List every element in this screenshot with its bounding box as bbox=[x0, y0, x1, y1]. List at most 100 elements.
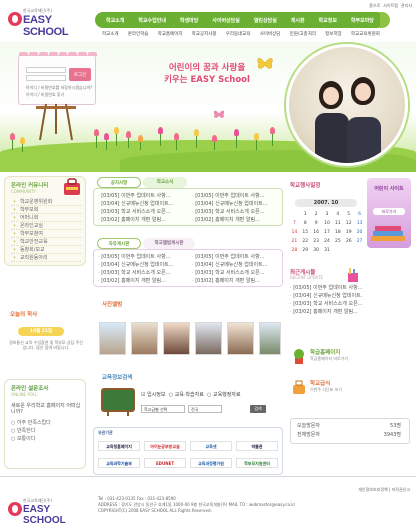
class-homepage-link[interactable]: 학급홈페이지 학급홈페이지 바로가기 bbox=[290, 344, 410, 370]
community-item[interactable]: 교직원동아리 bbox=[11, 254, 81, 262]
radio-entrance[interactable]: ☑ 입시정보 bbox=[141, 392, 165, 398]
partner-link[interactable]: 교육과정평가원 bbox=[190, 458, 232, 468]
calendar-day[interactable] bbox=[289, 211, 300, 218]
privacy-link[interactable]: 개인정보보호정책 bbox=[358, 487, 387, 492]
gallery-thumb[interactable] bbox=[195, 322, 222, 355]
list-item[interactable]: [03/03] 학교 서비스소개 오픈... bbox=[192, 208, 280, 216]
calendar-day[interactable]: 2 bbox=[311, 211, 322, 218]
sitemap-link[interactable]: 사이트맵 bbox=[383, 3, 398, 9]
gallery-thumb[interactable] bbox=[99, 322, 126, 355]
calendar-day[interactable]: 20 bbox=[354, 229, 365, 236]
list-item[interactable]: [03/05] 이번주 업데이트 사항... bbox=[98, 192, 186, 200]
radio-materials[interactable]: ○ 교육·학습자료 bbox=[167, 392, 204, 398]
calendar-day[interactable]: 23 bbox=[311, 238, 322, 245]
calendar-day[interactable]: 25 bbox=[332, 238, 343, 245]
list-item[interactable]: [03/05] 이번주 업데이트 사항... bbox=[192, 253, 280, 261]
calendar-day[interactable]: 24 bbox=[322, 238, 333, 245]
partner-link[interactable]: 박물관 bbox=[236, 441, 278, 451]
calendar-day[interactable]: 14 bbox=[289, 229, 300, 236]
admin-link[interactable]: 관리자 bbox=[401, 3, 412, 9]
snb-item[interactable]: 온라인학습 bbox=[128, 31, 149, 41]
community-item[interactable]: 학교운영위원회 bbox=[11, 198, 81, 206]
gnb-item-about[interactable]: 학교소개 bbox=[106, 17, 124, 24]
community-item[interactable]: 온라인교실 bbox=[11, 222, 81, 230]
gnb-item-classes[interactable]: 학교수업안내 bbox=[138, 17, 166, 24]
gnb-item-parents[interactable]: 학부모마당 bbox=[351, 17, 374, 24]
gallery-thumb[interactable] bbox=[163, 322, 190, 355]
snb-item[interactable]: 사이버상담 bbox=[260, 31, 281, 41]
calendar-day[interactable]: 9 bbox=[311, 220, 322, 227]
tab-notice[interactable]: 공지사항 bbox=[97, 177, 141, 188]
user-id-input[interactable] bbox=[26, 67, 66, 73]
list-item[interactable]: [03/04] 신규메뉴신청 업데이트... bbox=[98, 200, 186, 208]
list-item[interactable]: [03/02] 홈페이지 개편 알림... bbox=[192, 216, 280, 224]
list-item[interactable]: [03/03] 학교 서비스소개 오픈... bbox=[192, 269, 280, 277]
kids-site-banner[interactable]: 어린이 사이트 바로가기 bbox=[367, 178, 411, 248]
calendar-day[interactable]: 6 bbox=[354, 211, 365, 218]
community-item[interactable]: 학교안전교육 bbox=[11, 238, 81, 246]
school-level-select[interactable]: 학교급별 선택 bbox=[141, 405, 185, 413]
poll-option[interactable]: ○ 아주 만족스럽다 bbox=[11, 419, 85, 427]
site-logo[interactable]: 한국교육재단(주) EASY SCHOOL bbox=[6, 6, 86, 38]
list-item[interactable]: [03/05] 이번주 업데이트 사항... bbox=[290, 284, 362, 292]
calendar-day[interactable]: 26 bbox=[343, 238, 354, 245]
list-item[interactable]: [03/04] 신규메뉴신청 업데이트... bbox=[98, 261, 186, 269]
calendar-day[interactable]: 27 bbox=[354, 238, 365, 245]
calendar-day[interactable]: 3 bbox=[322, 211, 333, 218]
gnb-item-counsel[interactable]: 열린상담실 bbox=[254, 17, 277, 24]
banner-go-button[interactable]: 바로가기 bbox=[373, 208, 405, 215]
gallery-thumb[interactable] bbox=[227, 322, 254, 355]
community-item[interactable]: 동창회/모교 bbox=[11, 246, 81, 254]
snb-item[interactable]: 학교소개 bbox=[102, 31, 119, 41]
list-item[interactable]: [03/03] 학교 서비스소개 오픈... bbox=[98, 269, 186, 277]
list-item[interactable]: [03/04] 신규메뉴신청 업데이트... bbox=[192, 261, 280, 269]
list-item[interactable]: [03/05] 이번주 업데이트 사항... bbox=[98, 253, 186, 261]
partner-link[interactable]: 교육넷 bbox=[190, 441, 232, 451]
gnb-item-students[interactable]: 학생마당 bbox=[180, 17, 198, 24]
calendar-day[interactable]: 13 bbox=[354, 220, 365, 227]
calendar-day[interactable]: 21 bbox=[289, 238, 300, 245]
list-item[interactable]: [03/02] 홈페이지 개편 알림... bbox=[98, 216, 186, 224]
list-item[interactable]: [03/04] 신규메뉴신청 업데이트... bbox=[192, 200, 280, 208]
calendar-day[interactable]: 15 bbox=[300, 229, 311, 236]
copyright-report-link[interactable]: 저작권신고 bbox=[392, 487, 410, 492]
calendar-day[interactable]: 7 bbox=[289, 220, 300, 227]
list-item[interactable]: [03/05] 이번주 업데이트 사항... bbox=[192, 192, 280, 200]
password-input[interactable] bbox=[26, 75, 66, 81]
list-item[interactable]: [03/02] 홈페이지 개편 알림... bbox=[290, 308, 362, 316]
snb-item[interactable]: 정보저장 bbox=[325, 31, 342, 41]
gnb-item-info[interactable]: 학교정보 bbox=[319, 17, 337, 24]
partner-link[interactable]: 학부모지원센터 bbox=[236, 458, 278, 468]
calendar-day[interactable]: 19 bbox=[343, 229, 354, 236]
list-item[interactable]: [03/04] 신규메뉴신청 업데이트... bbox=[290, 292, 362, 300]
calendar-day[interactable]: 28 bbox=[289, 247, 300, 254]
community-item[interactable]: 어머니회 bbox=[11, 214, 81, 222]
partner-link[interactable]: EDUNET bbox=[144, 458, 186, 468]
calendar-day[interactable]: 8 bbox=[300, 220, 311, 227]
school-meal-link[interactable]: 학교급식 이번주 식단표 보기 bbox=[290, 375, 410, 401]
snb-item[interactable]: 우리동네교육 bbox=[226, 31, 251, 41]
list-item[interactable]: [03/02] 홈페이지 개편 알림... bbox=[98, 277, 186, 285]
home-link[interactable]: 홈으로 bbox=[369, 3, 380, 9]
list-item[interactable]: [03/03] 학교 서비스소개 오픈... bbox=[98, 208, 186, 216]
list-item[interactable]: [03/02] 홈페이지 개편 알림... bbox=[192, 277, 280, 285]
calendar-day[interactable]: 10 bbox=[322, 220, 333, 227]
snb-item[interactable]: 민원/고충처리 bbox=[290, 31, 316, 41]
calendar-day[interactable]: 16 bbox=[311, 229, 322, 236]
gallery-thumb[interactable] bbox=[259, 322, 281, 355]
gallery-thumb[interactable] bbox=[131, 322, 158, 355]
calendar-day[interactable]: 12 bbox=[343, 220, 354, 227]
calendar-day[interactable]: 11 bbox=[332, 220, 343, 227]
partner-link[interactable]: 아이눈공부방교실 bbox=[144, 441, 186, 451]
poll-option[interactable]: ○ 만족한다 bbox=[11, 427, 85, 435]
gnb-item-board[interactable]: 게시판 bbox=[291, 17, 305, 24]
calendar-day[interactable]: 4 bbox=[332, 211, 343, 218]
community-item[interactable]: 학부모참여 bbox=[11, 230, 81, 238]
region-select[interactable]: 전국 bbox=[188, 405, 222, 413]
calendar-day[interactable]: 18 bbox=[332, 229, 343, 236]
community-item[interactable]: 학부모회 bbox=[11, 206, 81, 214]
poll-option[interactable]: ○ 보통이다 bbox=[11, 435, 85, 443]
partner-link[interactable]: 교육청홈페이지 bbox=[98, 441, 140, 451]
calendar-day[interactable]: 5 bbox=[343, 211, 354, 218]
tab-album-board[interactable]: 학교앨범게시판 bbox=[143, 238, 195, 249]
